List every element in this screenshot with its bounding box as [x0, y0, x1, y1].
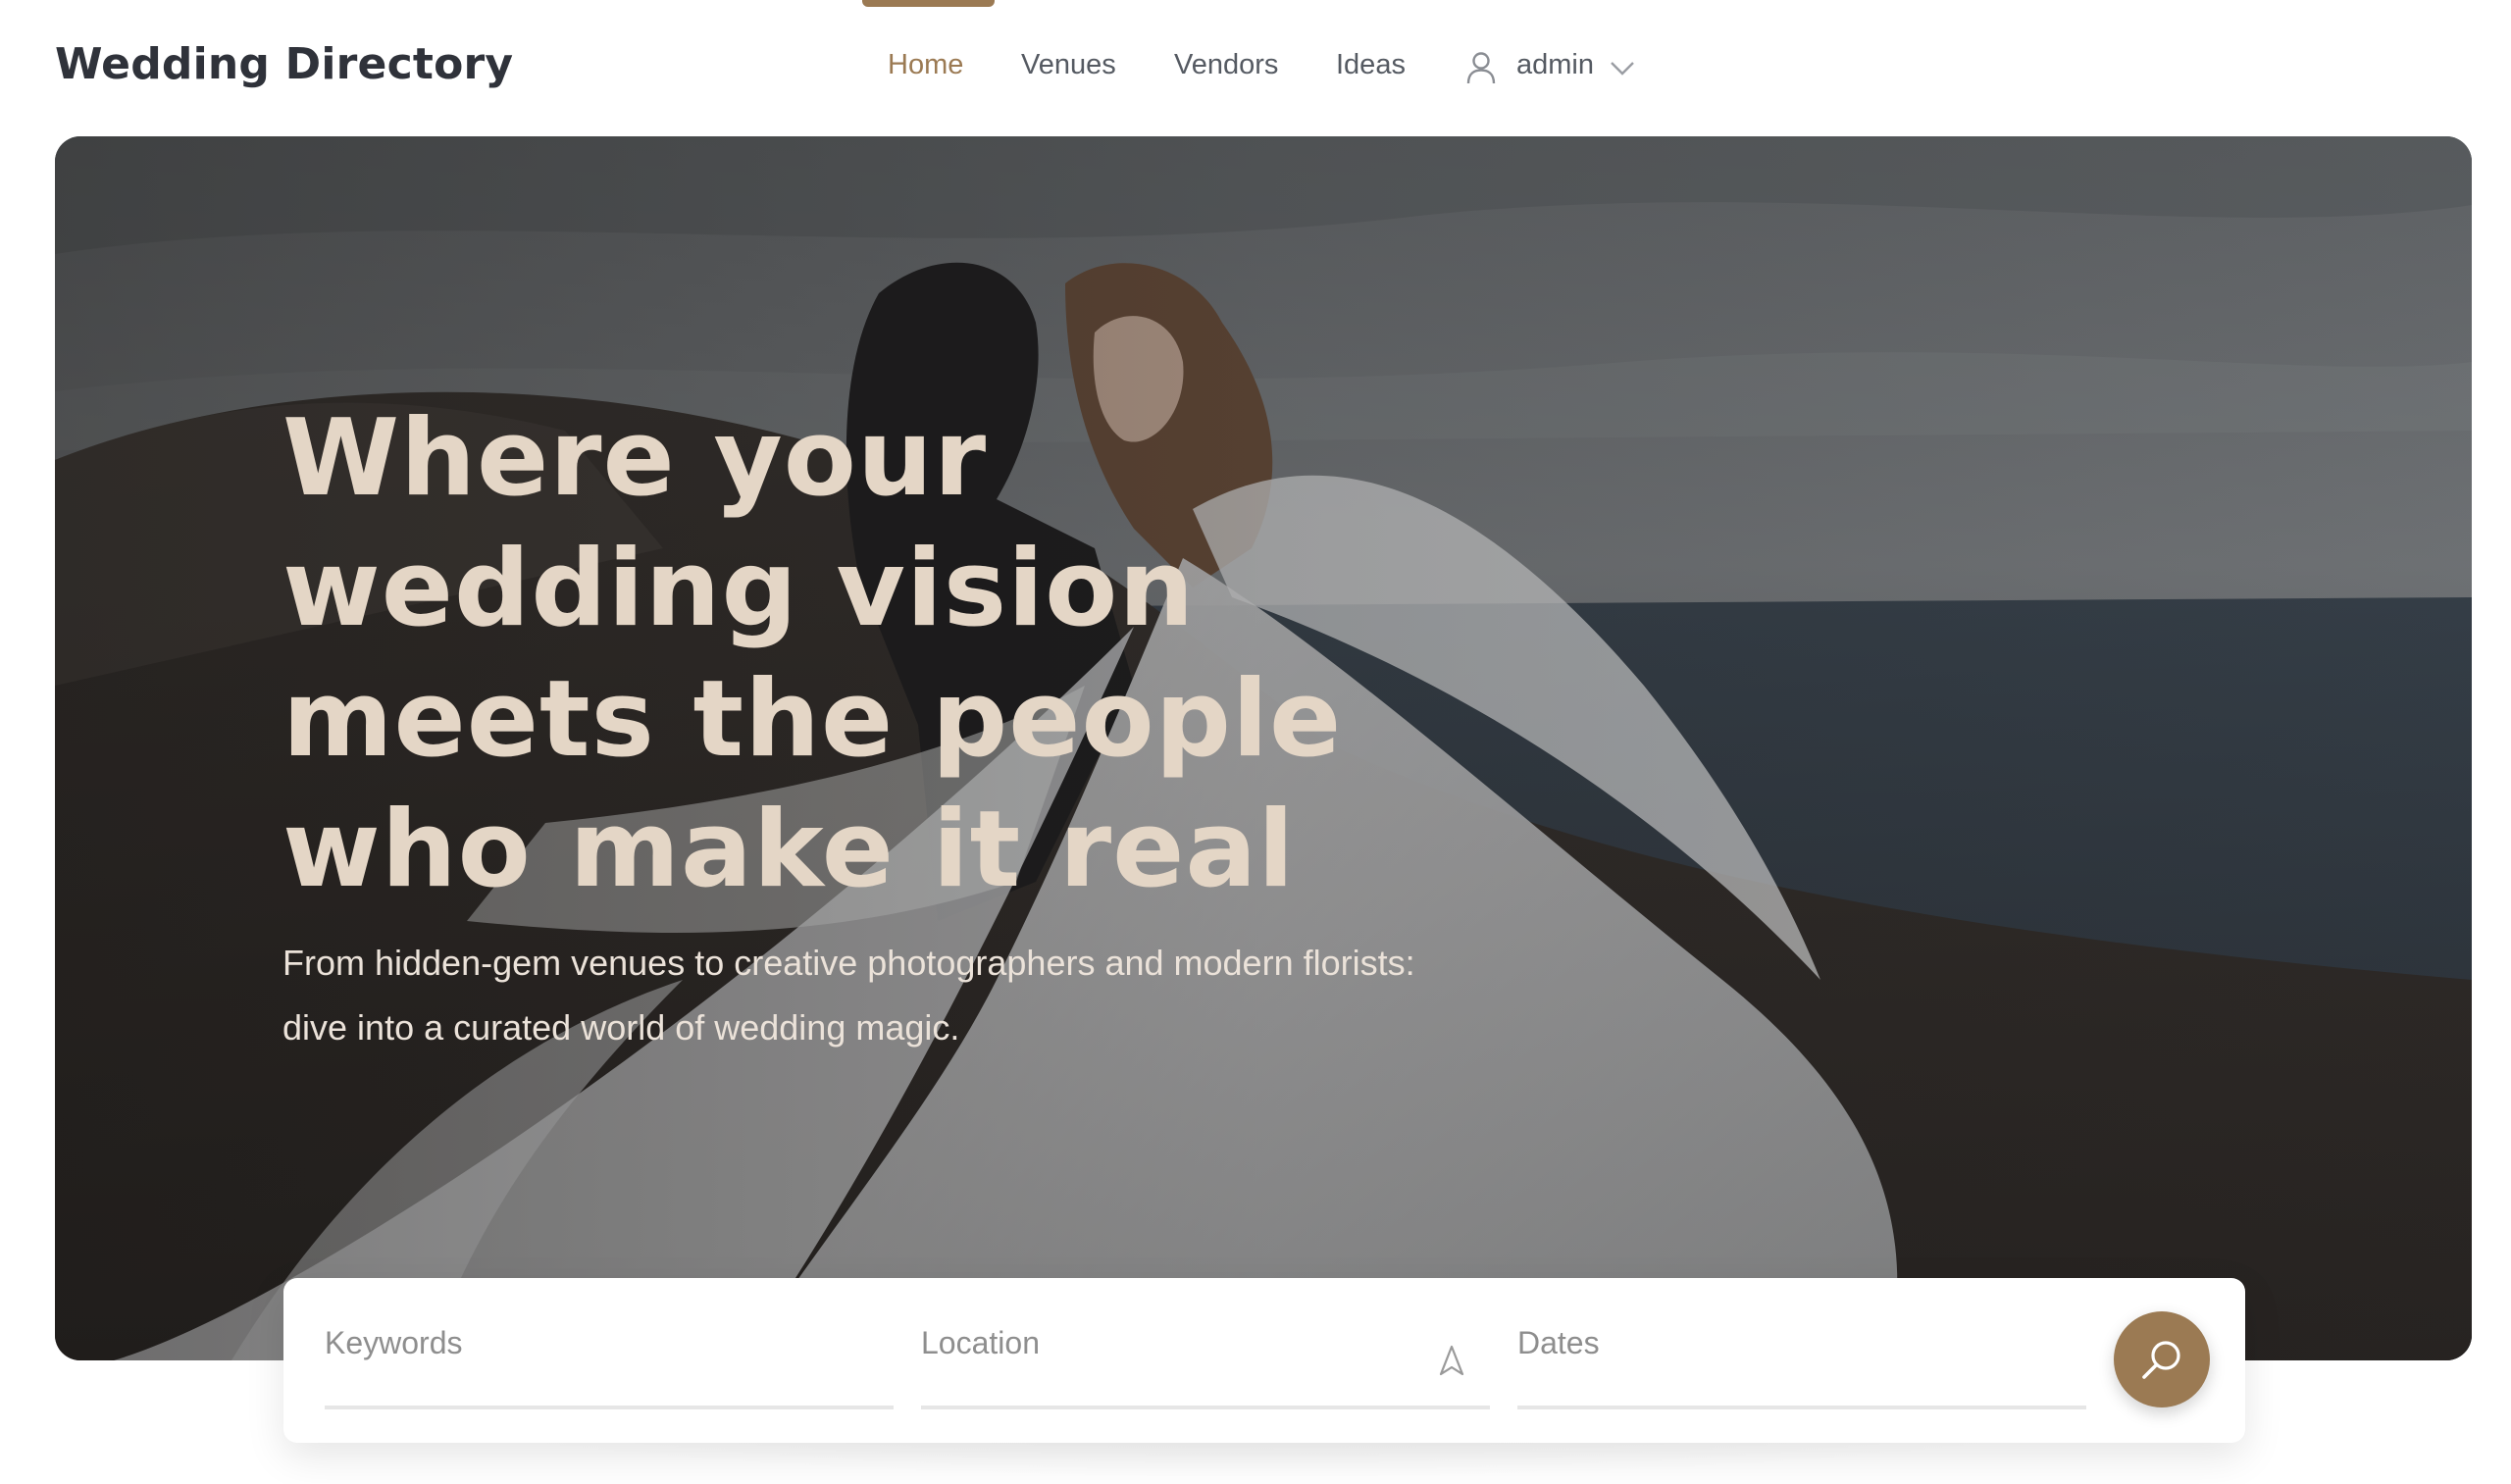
keywords-field — [325, 1278, 894, 1409]
brand-logo[interactable]: Wedding Directory — [55, 39, 513, 89]
location-input[interactable] — [921, 1325, 1490, 1361]
hero-subheadline: From hidden-gem venues to creative photo… — [282, 943, 1415, 1048]
nav-item-ideas[interactable]: Ideas — [1336, 49, 1406, 81]
nav-item-home[interactable]: Home — [888, 49, 963, 81]
chevron-down-icon[interactable] — [1610, 59, 1635, 77]
search-icon — [2142, 1341, 2180, 1379]
location-field — [921, 1278, 1490, 1409]
nav-item-vendors[interactable]: Vendors — [1174, 49, 1278, 81]
dates-input[interactable] — [1517, 1325, 2086, 1361]
user-icon[interactable] — [1465, 51, 1497, 84]
search-button[interactable] — [2114, 1311, 2210, 1407]
user-menu-name[interactable]: admin — [1516, 49, 1594, 81]
keywords-input[interactable] — [325, 1325, 894, 1361]
navigation-arrow-icon[interactable] — [1439, 1345, 1464, 1376]
nav-item-venues[interactable]: Venues — [1021, 49, 1116, 81]
search-bar — [283, 1278, 2245, 1443]
site-header: Wedding Directory Home Venues Vendors Id… — [0, 0, 2511, 135]
dates-field — [1517, 1278, 2086, 1409]
hero-banner: Where your wedding vision meets the peop… — [55, 136, 2472, 1360]
active-nav-indicator — [862, 0, 995, 7]
hero-headline: Where your wedding vision meets the peop… — [282, 397, 1343, 911]
